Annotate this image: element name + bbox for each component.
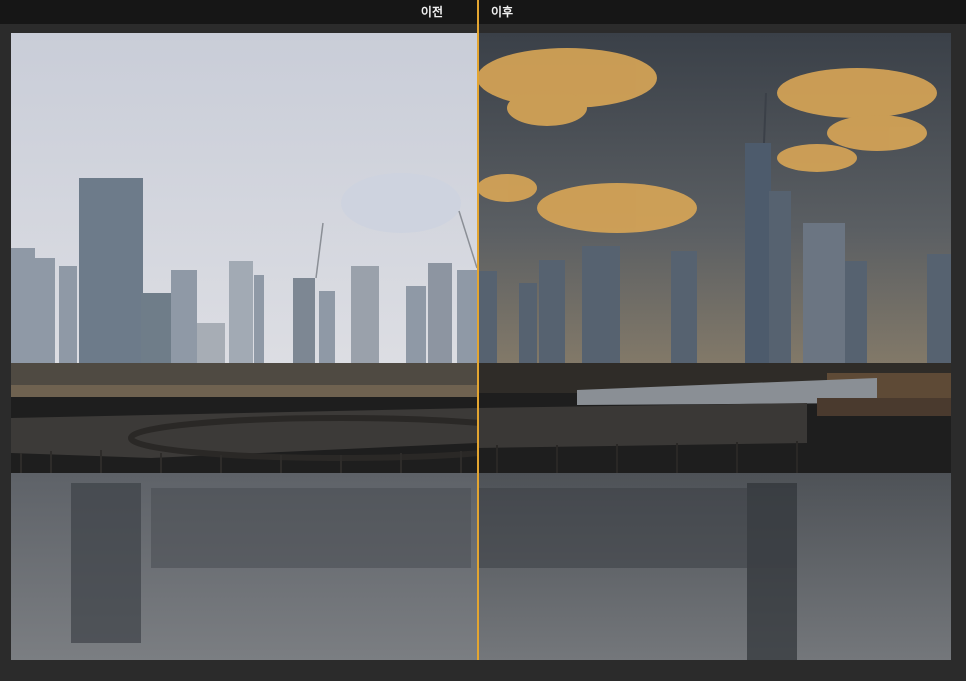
bottom-bar	[0, 660, 966, 681]
after-label: 이후	[491, 5, 514, 19]
after-image	[477, 33, 951, 660]
compare-header: 이전 이후	[0, 0, 966, 24]
compare-divider-handle[interactable]	[477, 0, 479, 681]
image-compare-viewer[interactable]	[11, 33, 951, 660]
before-label: 이전	[420, 5, 443, 19]
before-image	[11, 33, 477, 660]
